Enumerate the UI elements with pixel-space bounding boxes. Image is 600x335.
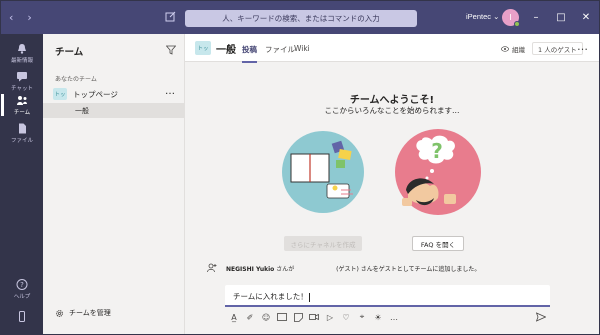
channel-main: トッ 一般 投稿 ファイル Wiki 組織 1 人のゲスト … チームへようこそ… [185, 34, 599, 334]
compose-value: チームに入れました！ [233, 292, 308, 301]
app-rail: 最新情報 チャット チーム ファイル ? ヘルプ [1, 34, 43, 334]
user-name-menu[interactable]: iPentec ⌄ [466, 12, 499, 21]
create-channel-button[interactable]: さらにチャネルを作成 [284, 236, 362, 251]
add-member-icon [207, 263, 217, 273]
your-teams-label: あなたのチーム [55, 76, 97, 83]
sticker-icon[interactable] [293, 312, 303, 322]
nav-arrows: ‹ › [9, 1, 32, 34]
compose-text: チームに入れました！ [233, 291, 310, 302]
rail-label-teams: チーム [13, 109, 31, 116]
channel-item-general[interactable]: 一般 [43, 103, 184, 118]
channel-title: 一般 [216, 45, 236, 56]
org-label[interactable]: 組織 [501, 44, 525, 54]
teams-pane-title: チーム [55, 47, 84, 58]
welcome-title: チームへようこそ! [349, 95, 435, 106]
bell-icon [18, 43, 26, 54]
activity-guest-tag: (ゲスト) [336, 266, 359, 273]
mobile-app-link[interactable] [1, 302, 43, 332]
channel-illustration [282, 131, 364, 213]
new-chat-icon[interactable] [165, 11, 178, 24]
file-icon [19, 123, 26, 133]
guest-count-badge[interactable]: 1 人のゲスト [532, 42, 583, 55]
rail-label-files: ファイル [10, 137, 33, 144]
team-item[interactable]: トッ トップページ … [43, 85, 184, 103]
attach-icon[interactable]: ✐ [245, 312, 255, 322]
team-name: トップページ [73, 90, 118, 99]
channel-name: 一般 [75, 107, 89, 115]
faq-illustration: ? [395, 129, 481, 215]
open-faq-button[interactable]: FAQ を開く [412, 236, 464, 251]
activity-message: NEGISHI Yukio さんが (ゲスト) さんをゲストとしてチームに追加し… [207, 262, 587, 274]
message-compose-box[interactable]: チームに入れました！ [225, 285, 550, 307]
svg-text:?: ? [431, 139, 443, 163]
avatar[interactable]: I [502, 9, 520, 27]
activity-text-2: さんをゲストとしてチームに追加しました。 [358, 266, 481, 273]
rail-label-activity: 最新情報 [10, 57, 33, 64]
manage-teams-label: チームを管理 [69, 309, 111, 317]
teams-pane: チーム あなたのチーム トッ トップページ … 一般 チームを管理 [43, 34, 185, 334]
gear-icon [56, 309, 63, 317]
back-arrow-icon[interactable]: ‹ [9, 11, 13, 24]
rail-item-teams[interactable]: チーム [1, 90, 43, 120]
title-bar: ‹ › 人、キーワードの検索、またはコマンドの入力 iPentec ⌄ I – … [1, 1, 599, 34]
help-icon: ? [16, 278, 28, 290]
forward-arrow-icon[interactable]: › [27, 11, 31, 24]
minimize-button[interactable]: – [522, 1, 550, 34]
emoji-icon[interactable]: ☺ [261, 312, 271, 322]
compose-toolbar: A̲ ✐ ☺ ▷ ♡ ⌖ ☀ … [229, 311, 399, 323]
channel-header: トッ 一般 投稿 ファイル Wiki 組織 1 人のゲスト … [185, 34, 599, 63]
filter-icon[interactable] [166, 45, 176, 55]
rail-item-activity[interactable]: 最新情報 [1, 38, 43, 68]
location-icon[interactable]: ⌖ [357, 312, 367, 322]
teams-icon [17, 95, 27, 105]
meet-now-icon[interactable] [309, 312, 319, 322]
activity-actor[interactable]: NEGISHI Yukio [226, 266, 274, 273]
activity-text-1: さんが [274, 266, 295, 273]
welcome-subtitle: ここからいろんなことを始められます… [324, 106, 460, 115]
tab-files[interactable]: ファイル [265, 44, 295, 55]
eye-icon [501, 46, 509, 52]
presence-dot [514, 21, 520, 27]
team-badge: トッ [53, 88, 67, 100]
phone-icon [19, 310, 25, 322]
rail-label-help: ヘルプ [13, 293, 31, 300]
praise-icon[interactable]: ♡ [341, 312, 351, 322]
close-button[interactable]: ✕ [572, 1, 600, 34]
manage-teams-button[interactable]: チームを管理 [55, 308, 111, 318]
tab-posts[interactable]: 投稿 [242, 44, 257, 63]
tab-wiki[interactable]: Wiki [294, 44, 310, 53]
channel-more-icon[interactable]: … [577, 40, 588, 53]
user-name-label: iPentec [466, 12, 492, 21]
avatar-initial: I [509, 13, 512, 22]
more-options-icon[interactable]: … [165, 86, 176, 97]
svg-text:?: ? [20, 281, 24, 289]
chat-icon [17, 71, 27, 81]
org-text: 組織 [512, 46, 525, 54]
gif-icon[interactable] [277, 312, 287, 322]
maximize-button[interactable]: □ [547, 1, 575, 34]
lightbulb-icon[interactable]: ☀ [373, 312, 383, 322]
search-input[interactable]: 人、キーワードの検索、またはコマンドの入力 [185, 10, 417, 27]
rail-item-files[interactable]: ファイル [1, 118, 43, 148]
more-apps-icon[interactable]: … [389, 312, 399, 322]
rail-item-help[interactable]: ? ヘルプ [1, 274, 43, 304]
send-icon[interactable] [536, 312, 546, 322]
channel-team-badge: トッ [195, 41, 211, 55]
text-caret [308, 292, 310, 302]
stream-icon[interactable]: ▷ [325, 312, 335, 322]
teams-window: ‹ › 人、キーワードの検索、またはコマンドの入力 iPentec ⌄ I – … [0, 0, 600, 335]
format-icon[interactable]: A̲ [229, 312, 239, 322]
